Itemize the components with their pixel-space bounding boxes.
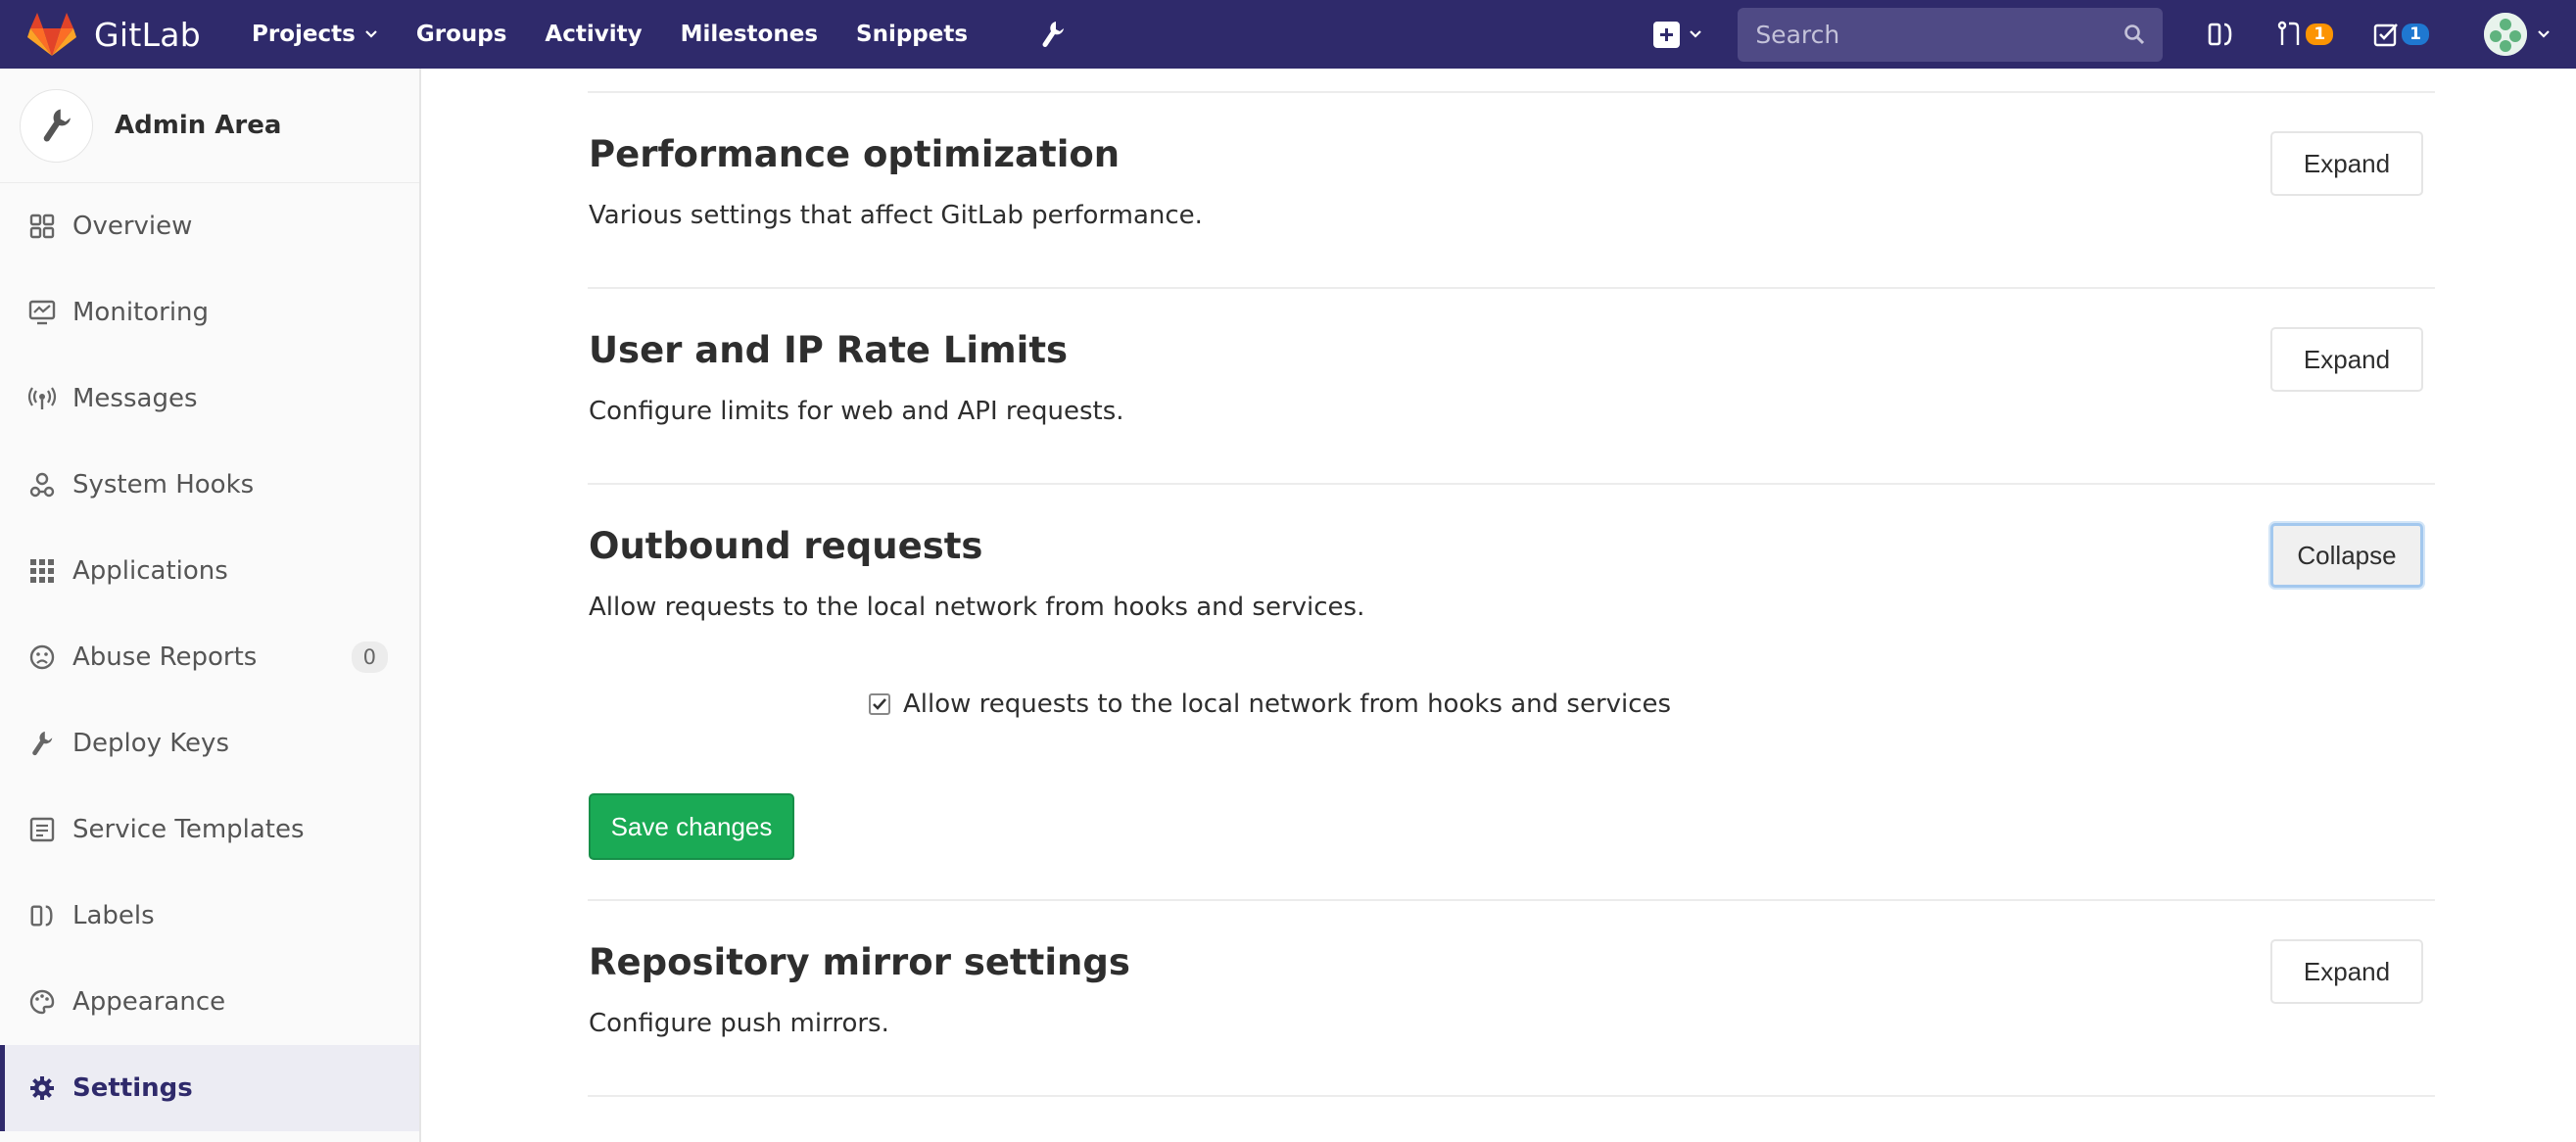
overview-icon	[27, 214, 57, 239]
nav-right: 1 1	[1653, 0, 2576, 69]
divider	[588, 287, 2435, 289]
sidebar-item-label: Labels	[72, 901, 155, 930]
nav-snippets[interactable]: Snippets	[856, 22, 968, 47]
sidebar-item-label: Deploy Keys	[72, 729, 229, 758]
sidebar-item-label: Messages	[72, 384, 198, 413]
chevron-down-icon	[2538, 30, 2550, 38]
active-indicator	[0, 1045, 5, 1131]
sidebar-item-label: Applications	[72, 556, 228, 586]
sidebar-item-messages[interactable]: Messages	[0, 356, 419, 442]
nav-projects[interactable]: Projects	[252, 22, 378, 47]
todo-check-icon	[2373, 24, 2399, 47]
section-desc-rate-limits: Configure limits for web and API request…	[589, 397, 1124, 426]
search-box[interactable]	[1738, 7, 2164, 62]
search-icon	[2124, 24, 2145, 45]
user-menu[interactable]	[2484, 13, 2551, 56]
divider	[588, 91, 2435, 93]
divider	[588, 899, 2435, 901]
merge-requests-badge: 1	[2306, 24, 2334, 45]
sidebar-item-deploy-keys[interactable]: Deploy Keys	[0, 700, 419, 786]
merge-requests-link[interactable]: 1	[2276, 20, 2334, 49]
abuse-icon	[27, 644, 57, 670]
sidebar-item-monitoring[interactable]: Monitoring	[0, 269, 419, 356]
admin-wrench-icon[interactable]	[1040, 20, 1066, 49]
issues-link[interactable]	[2206, 20, 2235, 49]
todos-badge: 1	[2402, 24, 2429, 45]
allow-local-requests-row: Allow requests to the local network from…	[869, 690, 1671, 719]
sidebar-item-label: Service Templates	[72, 815, 305, 844]
monitoring-icon	[27, 300, 57, 325]
sidebar-item-abuse-reports[interactable]: Abuse Reports 0	[0, 614, 419, 700]
expand-rate-limits-button[interactable]: Expand	[2270, 327, 2423, 392]
sidebar-item-label: Monitoring	[72, 298, 210, 327]
gear-icon	[27, 1075, 57, 1101]
issues-icon	[2209, 23, 2232, 46]
todos-link[interactable]: 1	[2372, 21, 2429, 48]
sidebar-item-label: System Hooks	[72, 470, 255, 500]
allow-local-requests-checkbox[interactable]	[869, 693, 890, 715]
labels-icon	[27, 902, 57, 929]
sidebar-item-label: Overview	[72, 212, 193, 241]
sidebar-header[interactable]: Admin Area	[0, 69, 419, 183]
brand-name: GitLab	[94, 15, 202, 54]
applications-icon	[27, 558, 57, 584]
nav-projects-label: Projects	[252, 22, 356, 47]
section-title-outbound: Outbound requests	[589, 525, 983, 567]
section-desc-outbound: Allow requests to the local network from…	[589, 593, 1365, 622]
chevron-down-icon	[365, 30, 377, 38]
abuse-reports-count: 0	[351, 642, 388, 673]
main-content: Performance optimization Various setting…	[421, 69, 2576, 1142]
brand[interactable]: GitLab	[27, 12, 201, 57]
sidebar: Admin Area Overview Monitoring Messages …	[0, 69, 421, 1142]
broadcast-icon	[27, 386, 57, 411]
chevron-down-icon	[1690, 30, 1702, 38]
search-input[interactable]	[1755, 20, 2124, 49]
avatar	[2484, 13, 2527, 56]
sidebar-item-settings[interactable]: Settings	[0, 1045, 419, 1131]
section-desc-mirror: Configure push mirrors.	[589, 1009, 889, 1038]
allow-local-requests-label[interactable]: Allow requests to the local network from…	[903, 690, 1671, 719]
divider	[588, 483, 2435, 485]
admin-avatar	[20, 88, 93, 163]
plus-square-icon	[1653, 21, 1681, 48]
identicon-icon	[2484, 13, 2527, 56]
sidebar-item-label: Appearance	[72, 987, 226, 1017]
nav-milestones[interactable]: Milestones	[681, 22, 818, 47]
sidebar-item-service-templates[interactable]: Service Templates	[0, 786, 419, 873]
nav-links: Projects Groups Activity Milestones Snip…	[252, 20, 1066, 49]
section-title-rate-limits: User and IP Rate Limits	[589, 329, 1069, 371]
key-icon	[27, 730, 57, 757]
sidebar-title: Admin Area	[115, 111, 282, 140]
collapse-outbound-button[interactable]: Collapse	[2270, 523, 2423, 588]
sidebar-item-labels[interactable]: Labels	[0, 873, 419, 959]
gitlab-logo-icon	[27, 13, 76, 56]
save-changes-button[interactable]: Save changes	[589, 793, 794, 860]
sidebar-item-label: Settings	[72, 1073, 193, 1103]
nav-activity[interactable]: Activity	[545, 22, 642, 47]
sidebar-item-overview[interactable]: Overview	[0, 183, 419, 269]
nav-groups[interactable]: Groups	[416, 22, 507, 47]
template-icon	[27, 817, 57, 842]
section-title-performance: Performance optimization	[589, 133, 1121, 175]
expand-mirror-button[interactable]: Expand	[2270, 939, 2423, 1004]
new-dropdown[interactable]	[1653, 21, 1702, 48]
checkmark-icon	[873, 698, 886, 710]
section-title-mirror: Repository mirror settings	[589, 941, 1130, 983]
wrench-icon	[43, 109, 71, 142]
palette-icon	[27, 989, 57, 1015]
hook-icon	[27, 471, 57, 499]
sidebar-item-applications[interactable]: Applications	[0, 528, 419, 614]
top-navbar: GitLab Projects Groups Activity Mileston…	[0, 0, 2576, 69]
divider	[588, 1095, 2435, 1097]
merge-request-icon	[2278, 21, 2300, 45]
sidebar-item-label: Abuse Reports	[72, 642, 258, 672]
expand-performance-button[interactable]: Expand	[2270, 131, 2423, 196]
section-desc-performance: Various settings that affect GitLab perf…	[589, 201, 1203, 230]
sidebar-item-appearance[interactable]: Appearance	[0, 959, 419, 1045]
sidebar-item-system-hooks[interactable]: System Hooks	[0, 442, 419, 528]
